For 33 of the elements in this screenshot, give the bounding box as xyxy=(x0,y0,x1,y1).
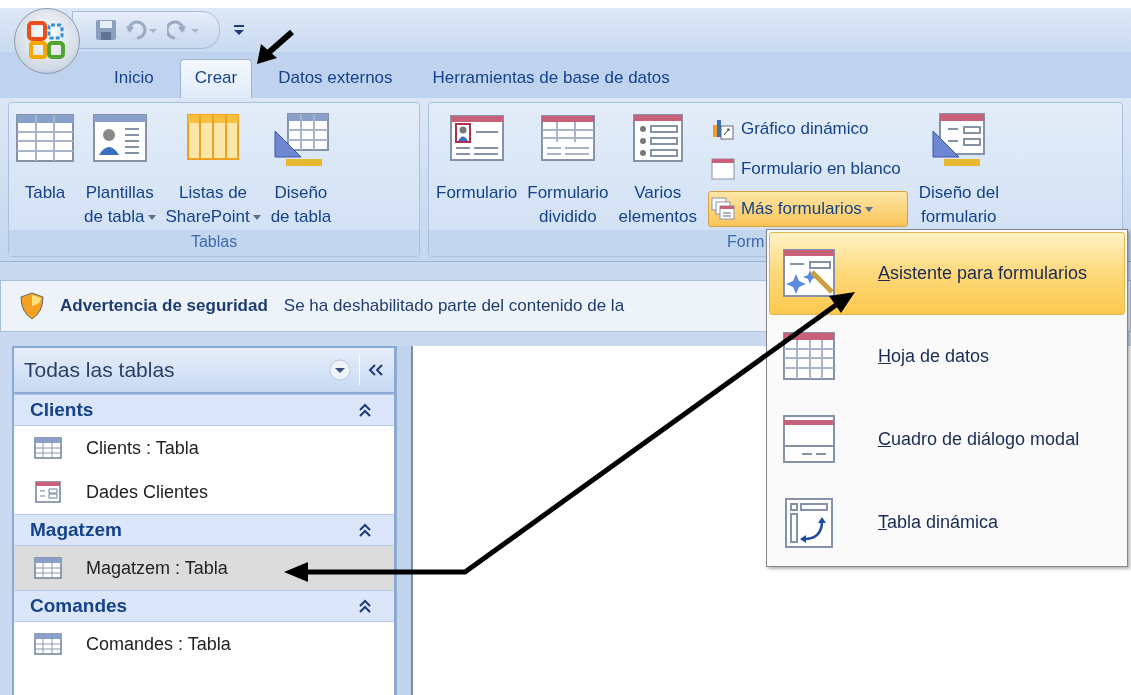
nav-item[interactable]: Magatzem : Tabla xyxy=(14,546,394,590)
ribbon-button[interactable]: Más formularios xyxy=(707,191,908,227)
ribbon-tab[interactable]: Inicio xyxy=(100,60,168,98)
nav-item[interactable]: Clients : Tabla xyxy=(14,426,394,470)
menu-item[interactable]: Hoja de datos xyxy=(769,315,1125,398)
ribbon-button[interactable]: Tabla xyxy=(11,111,79,205)
group-name: Magatzem xyxy=(30,519,122,541)
ribbon-tab[interactable]: Crear xyxy=(179,59,253,98)
menu-item[interactable]: Tabla dinámica xyxy=(769,481,1125,564)
ribbon-button[interactable]: Formulario xyxy=(431,111,523,205)
ribbon-button[interactable]: Formulario en blanco xyxy=(707,151,908,187)
ribbon-button[interactable]: Gráfico dinámico xyxy=(707,111,908,147)
security-warning-title: Advertencia de seguridad xyxy=(60,296,268,316)
nav-item[interactable]: Dades Clientes xyxy=(14,470,394,514)
ribbon-button[interactable]: Plantillas de tabla xyxy=(79,111,161,229)
menu-item[interactable]: Cuadro de diálogo modal xyxy=(769,398,1125,481)
ribbon-button[interactable]: Diseño de tabla xyxy=(265,111,337,229)
ribbon-button[interactable]: Diseño del formulario xyxy=(913,111,1004,229)
nav-item[interactable]: Comandes : Tabla xyxy=(14,622,394,666)
ribbon-tab[interactable]: Herramientas de base de datos xyxy=(418,60,684,98)
nav-group-header[interactable]: Clients xyxy=(14,394,394,426)
nav-group-header[interactable]: Comandes xyxy=(14,590,394,622)
group-name: Comandes xyxy=(30,595,128,617)
menu-item[interactable]: Asistente para formularios xyxy=(769,232,1125,315)
group-label: Tablas xyxy=(190,233,238,250)
ribbon-button[interactable]: Listas de SharePoint xyxy=(160,111,266,229)
ribbon-button[interactable]: Formulario dividido xyxy=(522,111,614,229)
group-label: Form xyxy=(727,233,765,250)
nav-group-header[interactable]: Magatzem xyxy=(14,514,394,546)
security-message: Se ha deshabilitado parte del contenido de la xyxy=(283,296,625,316)
group-name: Clients xyxy=(30,399,94,421)
ribbon-button[interactable]: Varios elementos xyxy=(613,111,702,229)
ribbon-tab[interactable]: Datos externos xyxy=(264,60,407,98)
